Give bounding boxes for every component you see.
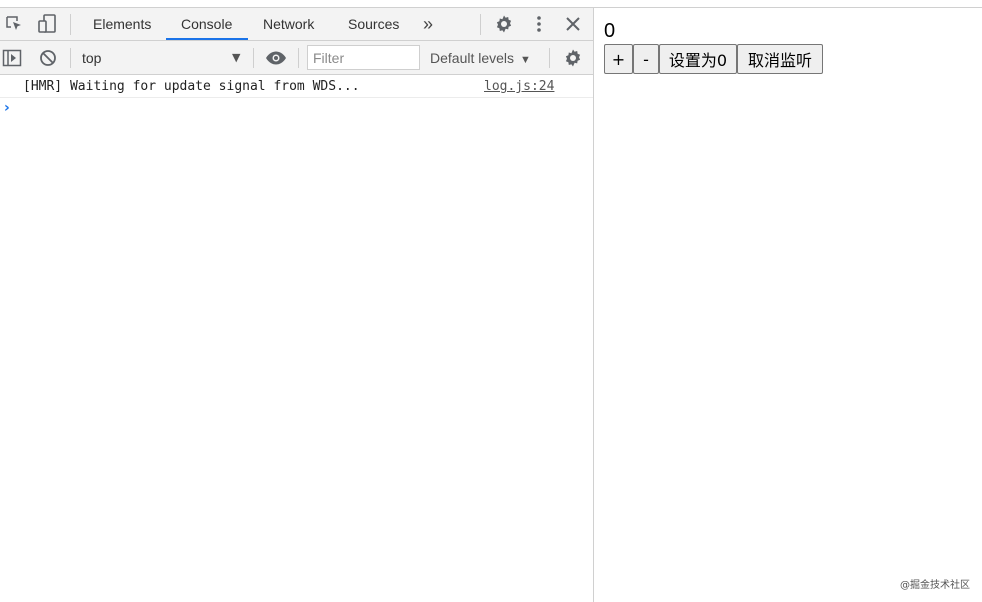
devtools-tabbar: Elements Console Network Sources »	[0, 8, 593, 41]
unwatch-button[interactable]: 取消监听	[737, 44, 823, 74]
watermark: @掘金技术社区	[900, 580, 970, 591]
divider	[70, 14, 71, 35]
inspect-element-icon[interactable]	[4, 14, 24, 34]
device-toolbar-icon[interactable]	[36, 13, 58, 35]
console-toolbar: top ▼ Default levels ▼	[0, 41, 593, 75]
more-tabs-icon[interactable]: »	[423, 8, 433, 41]
divider	[70, 48, 71, 68]
divider	[298, 48, 299, 68]
decrement-button[interactable]: -	[633, 44, 659, 74]
clear-console-icon[interactable]	[37, 48, 59, 68]
filter-input[interactable]	[307, 45, 420, 70]
tab-elements[interactable]: Elements	[93, 8, 151, 41]
tab-network[interactable]: Network	[263, 8, 314, 41]
context-selector[interactable]: top	[82, 41, 246, 75]
reset-button[interactable]: 设置为0	[659, 44, 737, 74]
tab-sources[interactable]: Sources	[348, 8, 399, 41]
console-message: [HMR] Waiting for update signal from WDS…	[0, 76, 593, 98]
log-levels-label: Default levels	[430, 50, 515, 66]
divider	[549, 48, 550, 68]
increment-button[interactable]: +	[604, 44, 633, 74]
live-expression-eye-icon[interactable]	[264, 48, 288, 68]
console-settings-gear-icon[interactable]	[562, 47, 584, 69]
console-message-text: [HMR] Waiting for update signal from WDS…	[23, 79, 360, 94]
devtools-panel: Elements Console Network Sources » top ▼…	[0, 8, 593, 602]
dropdown-arrow-icon[interactable]: ▼	[232, 51, 240, 64]
show-sidebar-icon[interactable]	[1, 48, 23, 68]
dropdown-arrow-icon: ▼	[520, 54, 531, 66]
close-icon[interactable]	[562, 13, 584, 35]
log-levels-dropdown[interactable]: Default levels ▼	[430, 41, 531, 75]
counter-value: 0	[604, 20, 616, 42]
console-message-source-link[interactable]: log.js:24	[484, 79, 554, 94]
divider	[480, 14, 481, 35]
active-tab-indicator	[166, 38, 248, 40]
more-options-kebab-icon[interactable]	[529, 13, 549, 35]
tab-console[interactable]: Console	[181, 8, 232, 41]
divider	[253, 48, 254, 68]
settings-gear-icon[interactable]	[493, 13, 515, 35]
console-prompt-icon[interactable]: ›	[4, 100, 10, 116]
page-content: 0 + - 设置为0 取消监听 @掘金技术社区	[594, 8, 982, 602]
